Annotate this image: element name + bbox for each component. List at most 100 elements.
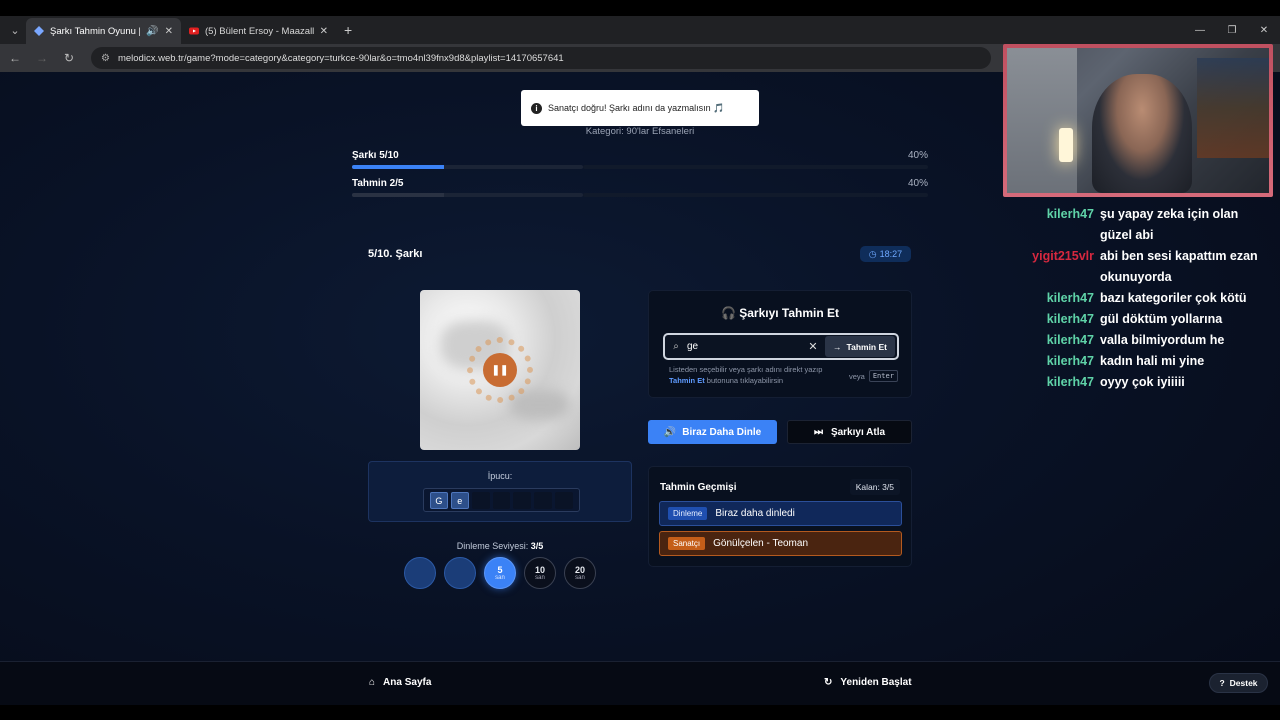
chat-message: kilerh47 şu yapay zeka için olan güzel ab… — [1006, 204, 1276, 246]
listen-level-unit: san — [415, 575, 425, 581]
listen-more-button[interactable]: 🔊 Biraz Daha Dinle — [648, 420, 777, 444]
chat-message: kilerh47 oyyy çok iyiiiii — [1006, 372, 1276, 393]
listen-level-unit: san — [535, 575, 545, 581]
search-icon: ⌕ — [673, 341, 679, 352]
window-controls: — ❐ ✕ — [1184, 16, 1280, 44]
chat-username: kilerh47 — [1046, 333, 1094, 347]
forward-icon[interactable]: → — [30, 51, 54, 65]
refresh-icon: ↻ — [824, 677, 833, 688]
listen-level-unit: san — [455, 575, 465, 581]
guess-progress-fill — [352, 193, 445, 197]
chat-username: kilerh47 — [1046, 375, 1094, 389]
listen-level-unit: san — [495, 575, 505, 581]
chat-username: kilerh47 — [1046, 291, 1094, 305]
minimize-icon[interactable]: — — [1184, 25, 1216, 36]
home-link[interactable]: ⌂ Ana Sayfa — [369, 677, 431, 688]
skip-icon: ⏭ — [813, 426, 823, 438]
chat-message: kilerh47 kadın hali mi yine — [1006, 351, 1276, 372]
submit-guess-button[interactable]: → Tahmin Et — [825, 336, 895, 357]
guess-card: 🎧 Şarkıyı Tahmin Et ⌕ ✕ → Tahmin Et List… — [648, 290, 912, 398]
song-progress-remaining — [583, 165, 928, 169]
hint-letter-slots: Ge — [423, 488, 580, 512]
listen-level-number: 3 — [457, 565, 462, 575]
listen-level-number: 1 — [417, 565, 422, 575]
footer-bar: ⌂ Ana Sayfa ↻ Yeniden Başlat ? Destek — [0, 661, 1280, 705]
chat-text: bazı kategoriler çok kötü — [1100, 291, 1247, 305]
tab-search-menu[interactable]: ⌄ — [4, 20, 26, 40]
tab-active[interactable]: Şarkı Tahmin Oyunu | Melodi 🔊 ✕ — [26, 18, 181, 44]
help-prefix: Listeden seçebilir veya şarkı adını dire… — [669, 365, 823, 374]
song-progress-percent: 40% — [907, 150, 928, 161]
webcam-background — [1007, 48, 1077, 193]
hint-letter-slot — [555, 492, 574, 509]
submit-guess-label: Tahmin Et — [846, 341, 887, 352]
tab-close-icon[interactable]: ✕ — [320, 26, 328, 37]
toast-message: Sanatçı doğru! Şarkı adını da yazmalısın… — [548, 102, 725, 113]
tab-title: Şarkı Tahmin Oyunu | Melodi — [50, 25, 141, 37]
tab-close-icon[interactable]: ✕ — [165, 26, 173, 37]
hint-panel: İpucu: Ge — [368, 461, 632, 522]
melodi-favicon-icon — [34, 26, 44, 36]
guess-progress-percent: 40% — [907, 178, 928, 189]
chat-username: yigit215vlr — [1032, 249, 1094, 263]
chat-text: valla bilmiyordum he — [1100, 333, 1225, 347]
audio-icon[interactable]: 🔊 — [146, 26, 158, 37]
guess-input-wrapper: ⌕ ✕ → Tahmin Et — [663, 333, 899, 360]
hint-title: İpucu: — [487, 471, 513, 481]
listen-level-number: 20 — [574, 565, 585, 575]
guess-history-panel: Tahmin Geçmişi Kalan: 3/5 Dinleme Biraz … — [648, 466, 912, 567]
skip-song-label: Şarkıyı Atla — [830, 426, 886, 438]
chat-text: kadın hali mi yine — [1100, 354, 1205, 368]
guess-input[interactable] — [687, 341, 806, 352]
home-icon: ⌂ — [369, 677, 376, 688]
history-row: Sanatçı Gönülçelen - Teoman — [659, 531, 902, 556]
help-circle-icon: ? — [1219, 678, 1225, 688]
history-row: Dinleme Biraz daha dinledi — [659, 501, 902, 526]
toast-notification: i Sanatçı doğru! Şarkı adını da yazmalıs… — [521, 90, 759, 126]
hint-letter-slot — [492, 492, 511, 509]
new-tab-icon[interactable]: + — [344, 22, 352, 38]
guess-help-text: Listeden seçebilir veya şarkı adını dire… — [669, 365, 829, 386]
skip-song-button[interactable]: ⏭ Şarkıyı Atla — [787, 420, 912, 444]
support-button[interactable]: ? Destek — [1209, 673, 1268, 693]
url-field[interactable]: ⚙ melodicx.web.tr/game?mode=category&cat… — [91, 47, 991, 69]
clear-input-icon[interactable]: ✕ — [805, 340, 821, 353]
chat-username: kilerh47 — [1046, 354, 1094, 368]
back-icon[interactable]: ← — [3, 51, 27, 65]
listen-level-number: 10 — [534, 565, 545, 575]
listen-level-text: Dinleme Seviyesi: — [456, 541, 529, 551]
listen-more-label: Biraz Daha Dinle — [682, 426, 762, 438]
history-badge: Sanatçı — [668, 537, 706, 550]
restart-link[interactable]: ↻ Yeniden Başlat — [824, 677, 912, 688]
timer-badge: ◷ 18:27 — [860, 246, 911, 262]
chat-message: kilerh47 gül döktüm yollarına — [1006, 309, 1276, 330]
webcam-streamer — [1092, 74, 1192, 193]
chat-text: gül döktüm yollarına — [1100, 312, 1223, 326]
support-label: Destek — [1229, 678, 1258, 688]
close-window-icon[interactable]: ✕ — [1248, 25, 1280, 36]
listen-level-step: 5 san — [484, 557, 516, 589]
headphones-icon: 🎧 — [720, 306, 736, 320]
album-cover-blurred: ❚❚ — [420, 290, 580, 450]
restore-icon[interactable]: ❐ — [1216, 25, 1248, 36]
listen-level-label: Dinleme Seviyesi: 3/5 — [368, 541, 632, 551]
timer-value: 18:27 — [879, 249, 903, 259]
round-title: 5/10. Şarkı — [368, 248, 423, 260]
site-info-icon[interactable]: ⚙ — [101, 53, 110, 64]
pause-button[interactable]: ❚❚ — [483, 353, 517, 387]
help-tag: Tahmin Et — [669, 375, 705, 385]
webcam-overlay — [1003, 44, 1273, 197]
guess-title: 🎧 Şarkıyı Tahmin Et — [649, 306, 911, 320]
listen-level-step: 10 san — [524, 557, 556, 589]
guess-progress-label: Tahmin 2/5 — [352, 178, 404, 189]
guess-progress-remaining — [583, 193, 928, 197]
chat-message: kilerh47 valla bilmiyordum he — [1006, 330, 1276, 351]
listen-level-number: 5 — [497, 565, 503, 575]
tab-inactive[interactable]: (5) Bülent Ersoy - Maazallah (Of ✕ — [181, 18, 336, 44]
bottom-strip — [0, 705, 1280, 720]
reload-icon[interactable]: ↻ — [57, 51, 81, 65]
remaining-badge: Kalan: 3/5 — [849, 479, 900, 495]
youtube-favicon-icon — [189, 27, 199, 35]
arrow-right-icon: → — [833, 341, 842, 352]
song-progress-fill — [352, 165, 445, 169]
